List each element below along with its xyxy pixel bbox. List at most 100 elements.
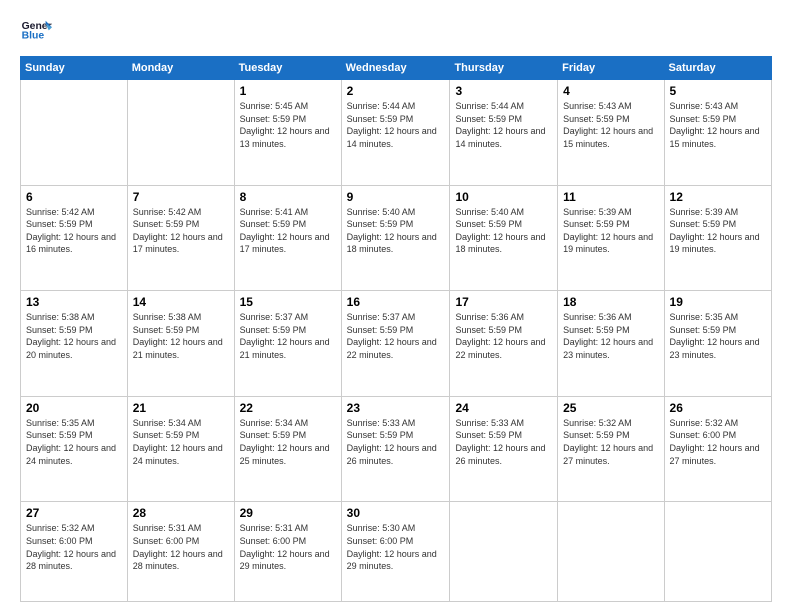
calendar-week-row: 13 Sunrise: 5:38 AM Sunset: 5:59 PM Dayli… <box>21 291 772 397</box>
day-number: 13 <box>26 295 122 309</box>
table-row: 26Sunrise: 5:32 AM Sunset: 6:00 PM Dayli… <box>664 396 771 502</box>
calendar-week-row: 6 Sunrise: 5:42 AM Sunset: 5:59 PM Daylig… <box>21 185 772 291</box>
day-number: 7 <box>133 190 229 204</box>
day-info: Sunrise: 5:40 AM Sunset: 5:59 PM Dayligh… <box>347 206 445 256</box>
table-row <box>664 502 771 602</box>
table-row: 16 Sunrise: 5:37 AM Sunset: 5:59 PM Dayli… <box>341 291 450 397</box>
day-info: Sunrise: 5:37 AM Sunset: 5:59 PM Dayligh… <box>240 311 336 361</box>
col-sunday: Sunday <box>21 57 128 80</box>
day-number: 16 <box>347 295 445 309</box>
table-row: 27 Sunrise: 5:32 AM Sunset: 6:00 PM Dayli… <box>21 502 128 602</box>
day-number: 28 <box>133 506 229 520</box>
day-number: 22 <box>240 401 336 415</box>
table-row <box>21 80 128 186</box>
table-row <box>450 502 558 602</box>
day-number: 19 <box>670 295 766 309</box>
table-row: 9 Sunrise: 5:40 AM Sunset: 5:59 PM Daylig… <box>341 185 450 291</box>
day-number: 23 <box>347 401 445 415</box>
day-number: 15 <box>240 295 336 309</box>
day-number: 6 <box>26 190 122 204</box>
table-row: 18 Sunrise: 5:36 AM Sunset: 5:59 PM Dayli… <box>558 291 664 397</box>
day-number: 11 <box>563 190 658 204</box>
day-number: 12 <box>670 190 766 204</box>
day-info: Sunrise: 5:37 AM Sunset: 5:59 PM Dayligh… <box>347 311 445 361</box>
table-row: 12 Sunrise: 5:39 AM Sunset: 5:59 PM Dayli… <box>664 185 771 291</box>
day-info: Sunrise: 5:36 AM Sunset: 5:59 PM Dayligh… <box>563 311 658 361</box>
day-info: Sunrise: 5:39 AM Sunset: 5:59 PM Dayligh… <box>670 206 766 256</box>
day-info: Sunrise: 5:34 AM Sunset: 5:59 PM Dayligh… <box>240 417 336 467</box>
table-row: 8Sunrise: 5:41 AM Sunset: 5:59 PM Daylig… <box>234 185 341 291</box>
calendar-week-row: 1 Sunrise: 5:45 AM Sunset: 5:59 PM Daylig… <box>21 80 772 186</box>
table-row: 5 Sunrise: 5:43 AM Sunset: 5:59 PM Daylig… <box>664 80 771 186</box>
day-number: 20 <box>26 401 122 415</box>
table-row: 6 Sunrise: 5:42 AM Sunset: 5:59 PM Daylig… <box>21 185 128 291</box>
day-info: Sunrise: 5:41 AM Sunset: 5:59 PM Dayligh… <box>240 206 336 256</box>
day-info: Sunrise: 5:45 AM Sunset: 5:59 PM Dayligh… <box>240 100 336 150</box>
table-row: 23Sunrise: 5:33 AM Sunset: 5:59 PM Dayli… <box>341 396 450 502</box>
day-number: 21 <box>133 401 229 415</box>
table-row: 11 Sunrise: 5:39 AM Sunset: 5:59 PM Dayli… <box>558 185 664 291</box>
day-number: 9 <box>347 190 445 204</box>
day-info: Sunrise: 5:32 AM Sunset: 6:00 PM Dayligh… <box>26 522 122 572</box>
day-number: 2 <box>347 84 445 98</box>
col-monday: Monday <box>127 57 234 80</box>
day-info: Sunrise: 5:38 AM Sunset: 5:59 PM Dayligh… <box>26 311 122 361</box>
day-info: Sunrise: 5:40 AM Sunset: 5:59 PM Dayligh… <box>455 206 552 256</box>
day-number: 26 <box>670 401 766 415</box>
day-number: 29 <box>240 506 336 520</box>
page: General Blue Sunday Monday Tuesday Wedne… <box>0 0 792 612</box>
table-row: 2 Sunrise: 5:44 AM Sunset: 5:59 PM Daylig… <box>341 80 450 186</box>
table-row <box>127 80 234 186</box>
table-row: 19 Sunrise: 5:35 AM Sunset: 5:59 PM Dayli… <box>664 291 771 397</box>
table-row <box>558 502 664 602</box>
day-number: 27 <box>26 506 122 520</box>
header: General Blue <box>20 16 772 48</box>
table-row: 28 Sunrise: 5:31 AM Sunset: 6:00 PM Dayli… <box>127 502 234 602</box>
day-number: 17 <box>455 295 552 309</box>
col-wednesday: Wednesday <box>341 57 450 80</box>
day-info: Sunrise: 5:42 AM Sunset: 5:59 PM Dayligh… <box>26 206 122 256</box>
col-friday: Friday <box>558 57 664 80</box>
table-row: 22 Sunrise: 5:34 AM Sunset: 5:59 PM Dayli… <box>234 396 341 502</box>
table-row: 17Sunrise: 5:36 AM Sunset: 5:59 PM Dayli… <box>450 291 558 397</box>
table-row: 4Sunrise: 5:43 AM Sunset: 5:59 PM Daylig… <box>558 80 664 186</box>
day-number: 1 <box>240 84 336 98</box>
day-info: Sunrise: 5:30 AM Sunset: 6:00 PM Dayligh… <box>347 522 445 572</box>
day-number: 10 <box>455 190 552 204</box>
day-info: Sunrise: 5:33 AM Sunset: 5:59 PM Dayligh… <box>455 417 552 467</box>
table-row: 7 Sunrise: 5:42 AM Sunset: 5:59 PM Daylig… <box>127 185 234 291</box>
day-info: Sunrise: 5:35 AM Sunset: 5:59 PM Dayligh… <box>670 311 766 361</box>
day-info: Sunrise: 5:44 AM Sunset: 5:59 PM Dayligh… <box>347 100 445 150</box>
table-row: 13 Sunrise: 5:38 AM Sunset: 5:59 PM Dayli… <box>21 291 128 397</box>
col-saturday: Saturday <box>664 57 771 80</box>
day-number: 3 <box>455 84 552 98</box>
day-number: 24 <box>455 401 552 415</box>
table-row: 1 Sunrise: 5:45 AM Sunset: 5:59 PM Daylig… <box>234 80 341 186</box>
day-info: Sunrise: 5:43 AM Sunset: 5:59 PM Dayligh… <box>670 100 766 150</box>
day-info: Sunrise: 5:39 AM Sunset: 5:59 PM Dayligh… <box>563 206 658 256</box>
day-info: Sunrise: 5:42 AM Sunset: 5:59 PM Dayligh… <box>133 206 229 256</box>
calendar-header-row: Sunday Monday Tuesday Wednesday Thursday… <box>21 57 772 80</box>
calendar-table: Sunday Monday Tuesday Wednesday Thursday… <box>20 56 772 602</box>
table-row: 30 Sunrise: 5:30 AM Sunset: 6:00 PM Dayli… <box>341 502 450 602</box>
svg-text:Blue: Blue <box>22 30 45 41</box>
day-number: 25 <box>563 401 658 415</box>
day-number: 14 <box>133 295 229 309</box>
calendar-week-row: 27 Sunrise: 5:32 AM Sunset: 6:00 PM Dayli… <box>21 502 772 602</box>
day-number: 18 <box>563 295 658 309</box>
table-row: 10 Sunrise: 5:40 AM Sunset: 5:59 PM Dayli… <box>450 185 558 291</box>
day-info: Sunrise: 5:31 AM Sunset: 6:00 PM Dayligh… <box>133 522 229 572</box>
logo: General Blue <box>20 16 48 48</box>
day-number: 5 <box>670 84 766 98</box>
calendar-week-row: 20Sunrise: 5:35 AM Sunset: 5:59 PM Dayli… <box>21 396 772 502</box>
table-row: 20Sunrise: 5:35 AM Sunset: 5:59 PM Dayli… <box>21 396 128 502</box>
day-info: Sunrise: 5:32 AM Sunset: 5:59 PM Dayligh… <box>563 417 658 467</box>
logo-icon: General Blue <box>20 16 52 48</box>
table-row: 21Sunrise: 5:34 AM Sunset: 5:59 PM Dayli… <box>127 396 234 502</box>
day-number: 4 <box>563 84 658 98</box>
col-tuesday: Tuesday <box>234 57 341 80</box>
day-number: 30 <box>347 506 445 520</box>
day-info: Sunrise: 5:31 AM Sunset: 6:00 PM Dayligh… <box>240 522 336 572</box>
table-row: 15 Sunrise: 5:37 AM Sunset: 5:59 PM Dayli… <box>234 291 341 397</box>
table-row: 3Sunrise: 5:44 AM Sunset: 5:59 PM Daylig… <box>450 80 558 186</box>
